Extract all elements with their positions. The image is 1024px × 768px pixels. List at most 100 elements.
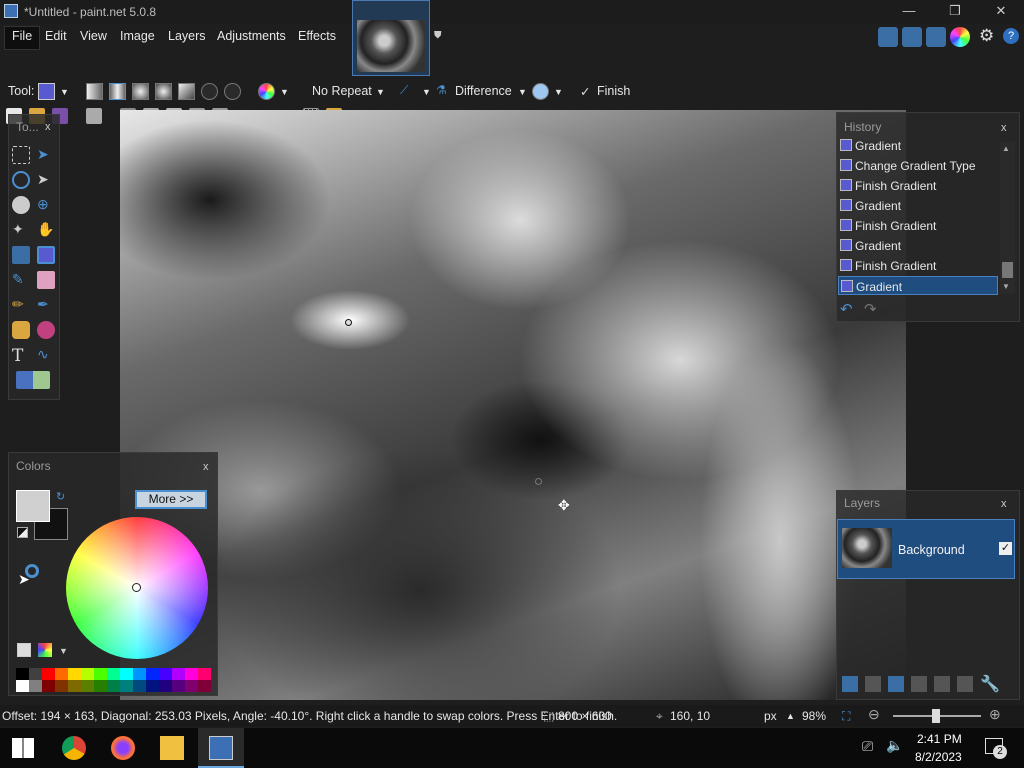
palette-swatch[interactable] — [55, 668, 68, 680]
palette-swatch[interactable] — [146, 668, 159, 680]
alpha-mode-icon[interactable] — [532, 83, 549, 100]
colors-panel-close-button[interactable]: x — [203, 461, 209, 473]
color-wheel-marker[interactable] — [132, 583, 141, 592]
lasso-select-tool-icon[interactable] — [12, 171, 30, 189]
history-item[interactable]: Finish Gradient — [838, 256, 998, 275]
zoom-out-icon[interactable]: ⊖ — [868, 706, 880, 723]
spiral-ccw-gradient-icon[interactable] — [224, 83, 241, 100]
history-item[interactable]: Gradient — [838, 236, 998, 255]
history-undo-icon[interactable]: ↶ — [840, 300, 853, 318]
palette-swatch[interactable] — [81, 668, 94, 680]
unit-dropdown-icon[interactable]: ▲ — [786, 711, 795, 721]
zoom-tool-icon[interactable]: ⊕ — [37, 196, 55, 214]
minimize-button[interactable]: — — [886, 0, 932, 24]
color-mode-icon[interactable] — [258, 83, 275, 100]
palette-swatch[interactable] — [133, 680, 146, 692]
move-layer-up-icon[interactable] — [934, 676, 950, 692]
palette-swatch[interactable] — [81, 680, 94, 692]
text-tool-icon[interactable]: T — [12, 346, 30, 366]
firefox-icon[interactable] — [111, 736, 135, 760]
palette-swatch[interactable] — [29, 668, 42, 680]
image-canvas[interactable] — [120, 110, 906, 700]
history-item[interactable]: Gradient — [838, 196, 998, 215]
alpha-dropdown-icon[interactable]: ▼ — [554, 87, 563, 97]
gradient-tool-icon[interactable] — [37, 246, 55, 264]
layer-properties-icon[interactable]: 🔧 — [980, 674, 1000, 694]
blend-dropdown-chevron-icon[interactable]: ▼ — [518, 87, 527, 97]
color-palette[interactable] — [16, 668, 211, 692]
history-item-selected[interactable]: Gradient — [838, 276, 998, 295]
palette-swatch[interactable] — [185, 680, 198, 692]
palette-swatch[interactable] — [172, 680, 185, 692]
duplicate-layer-icon[interactable] — [888, 676, 904, 692]
tools-panel-close-button[interactable]: x — [45, 121, 51, 133]
palette-swatch[interactable] — [172, 668, 185, 680]
color-mode-dropdown-icon[interactable]: ▼ — [280, 87, 289, 97]
pan-tool-icon[interactable]: ✋ — [37, 221, 55, 239]
palette-swatch[interactable] — [68, 668, 81, 680]
zoom-in-icon[interactable]: ⊕ — [989, 706, 1001, 723]
paint-bucket-tool-icon[interactable] — [12, 246, 30, 264]
tool-dropdown-chevron-icon[interactable]: ▼ — [60, 87, 69, 97]
move-selection-tool-icon[interactable]: ➤ — [37, 171, 55, 189]
layers-window-icon[interactable] — [926, 27, 946, 47]
palette-swatch[interactable] — [146, 680, 159, 692]
diamond-gradient-icon[interactable] — [132, 83, 149, 100]
history-scrollbar-thumb[interactable] — [1002, 262, 1013, 278]
menu-view[interactable]: View — [80, 29, 107, 43]
palette-swatch[interactable] — [55, 680, 68, 692]
history-item[interactable]: Gradient — [838, 136, 998, 155]
menu-adjustments[interactable]: Adjustments — [217, 29, 286, 43]
reset-colors-icon[interactable] — [17, 527, 28, 538]
palette-swatch[interactable] — [120, 680, 133, 692]
palette-swatch[interactable] — [133, 668, 146, 680]
shapes-tool-icon[interactable] — [16, 371, 50, 389]
palette-swatch[interactable] — [198, 680, 211, 692]
delete-layer-icon[interactable] — [865, 676, 881, 692]
palette-swatch[interactable] — [16, 680, 29, 692]
print-icon[interactable] — [86, 108, 102, 124]
swap-colors-icon[interactable]: ↻ — [56, 490, 65, 503]
menu-edit[interactable]: Edit — [45, 29, 67, 43]
color-picker-tool-icon[interactable]: ✒ — [37, 296, 55, 314]
gradient-start-handle[interactable] — [345, 319, 352, 326]
history-panel-close-button[interactable]: x — [1001, 122, 1007, 134]
chrome-icon[interactable] — [62, 736, 86, 760]
history-redo-icon[interactable]: ↷ — [864, 300, 877, 318]
move-layer-down-icon[interactable] — [957, 676, 973, 692]
close-button[interactable]: ✕ — [978, 0, 1024, 24]
layers-panel-close-button[interactable]: x — [1001, 498, 1007, 510]
menu-file[interactable]: File — [12, 29, 32, 43]
move-selected-tool-icon[interactable]: ➤ — [37, 146, 55, 164]
palette-swatch[interactable] — [159, 668, 172, 680]
line-curve-tool-icon[interactable]: ∿ — [37, 346, 55, 364]
menu-effects[interactable]: Effects — [298, 29, 336, 43]
merge-layer-down-icon[interactable] — [911, 676, 927, 692]
history-window-icon[interactable] — [902, 27, 922, 47]
palette-swatch[interactable] — [94, 680, 107, 692]
linear-gradient-icon[interactable] — [86, 83, 103, 100]
tab-list-icon[interactable]: ⛊ — [434, 30, 444, 41]
add-palette-color-icon[interactable] — [17, 643, 31, 657]
volume-icon[interactable]: 🔈 — [886, 737, 903, 754]
blend-mode-dropdown[interactable]: Difference — [455, 84, 512, 98]
antialias-dropdown-icon[interactable]: ▼ — [422, 87, 431, 97]
scroll-up-icon[interactable]: ▲ — [1002, 144, 1010, 153]
palette-swatch[interactable] — [94, 668, 107, 680]
zoom-level[interactable]: 98% — [802, 709, 826, 723]
tools-window-icon[interactable] — [878, 27, 898, 47]
palette-swatch[interactable] — [185, 668, 198, 680]
history-item[interactable]: Finish Gradient — [838, 176, 998, 195]
conical-gradient-icon[interactable] — [178, 83, 195, 100]
palette-swatch[interactable] — [107, 680, 120, 692]
tool-selector[interactable] — [38, 83, 55, 100]
more-colors-button[interactable]: More >> — [135, 490, 207, 509]
file-explorer-icon[interactable] — [160, 736, 184, 760]
palette-swatch[interactable] — [68, 680, 81, 692]
recolor-tool-icon[interactable] — [37, 321, 55, 339]
spiral-cw-gradient-icon[interactable] — [201, 83, 218, 100]
radial-gradient-icon[interactable] — [155, 83, 172, 100]
eraser-tool-icon[interactable] — [37, 271, 55, 289]
layer-visibility-checkbox[interactable]: ✓ — [999, 542, 1012, 555]
antialiasing-icon[interactable]: ⟋ — [400, 83, 417, 100]
